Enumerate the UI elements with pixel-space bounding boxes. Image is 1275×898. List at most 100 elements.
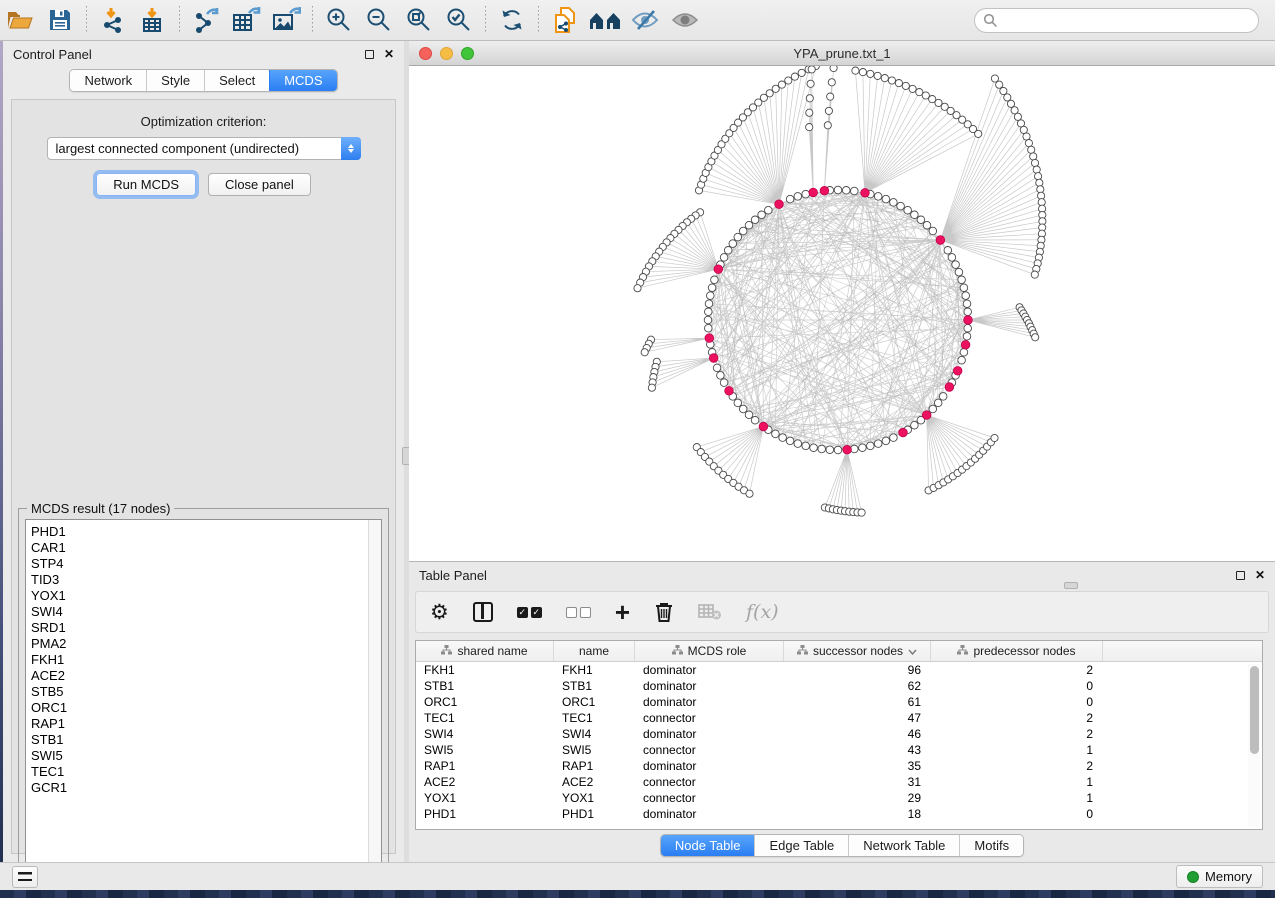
leaf-node[interactable]	[1020, 126, 1027, 133]
leaf-node[interactable]	[746, 490, 753, 497]
table-cell[interactable]: 2	[931, 726, 1103, 742]
mcds-result-node[interactable]: TEC1	[31, 764, 381, 780]
table-row-RAP1[interactable]: RAP1RAP1dominator352	[416, 758, 1262, 774]
ring-node[interactable]	[859, 444, 867, 452]
ring-node[interactable]	[897, 202, 905, 210]
table-cell[interactable]: STB1	[416, 678, 554, 694]
table-cell[interactable]: dominator	[635, 694, 784, 710]
table-cell[interactable]: TEC1	[416, 710, 554, 726]
table-cell[interactable]: 47	[784, 710, 931, 726]
ring-node[interactable]	[751, 216, 759, 224]
ring-node[interactable]	[711, 276, 719, 284]
ring-node[interactable]	[734, 399, 742, 407]
mcds-result-node[interactable]: TID3	[31, 572, 381, 588]
tab-mcds[interactable]: MCDS	[269, 70, 336, 91]
table-cell[interactable]: SWI4	[416, 726, 554, 742]
run-mcds-button[interactable]: Run MCDS	[96, 173, 196, 196]
mcds-result-list[interactable]: PHD1CAR1STP4TID3YOX1SWI4SRD1PMA2FKH1ACE2…	[25, 519, 382, 870]
table-cell[interactable]: ORC1	[416, 694, 554, 710]
ring-node[interactable]	[963, 300, 971, 308]
table-cell[interactable]: 0	[931, 678, 1103, 694]
tab-network-table[interactable]: Network Table	[848, 835, 959, 856]
table-row-ACE2[interactable]: ACE2ACE2connector311	[416, 774, 1262, 790]
mcds-result-node[interactable]: SWI4	[31, 604, 381, 620]
add-column-icon[interactable]: +	[615, 602, 630, 622]
mcds-hub-node[interactable]	[961, 341, 970, 350]
ring-node[interactable]	[944, 247, 952, 255]
leaf-node[interactable]	[778, 81, 785, 88]
leaf-node[interactable]	[1011, 107, 1018, 114]
hide-selected-icon[interactable]	[625, 3, 665, 37]
table-cell[interactable]: FKH1	[416, 662, 554, 678]
table-cell[interactable]: connector	[635, 774, 784, 790]
import-table-icon[interactable]	[133, 3, 173, 37]
ring-node[interactable]	[851, 187, 859, 195]
ring-node[interactable]	[934, 399, 942, 407]
table-cell[interactable]: 2	[931, 758, 1103, 774]
leaf-node[interactable]	[895, 80, 902, 87]
leaf-node[interactable]	[852, 67, 859, 74]
ring-node[interactable]	[939, 393, 947, 401]
leaf-node[interactable]	[859, 69, 866, 76]
table-cell[interactable]: connector	[635, 790, 784, 806]
ring-node[interactable]	[720, 379, 728, 387]
ring-node[interactable]	[779, 434, 787, 442]
leaf-node[interactable]	[1037, 186, 1044, 193]
table-cell[interactable]: YOX1	[554, 790, 635, 806]
ring-node[interactable]	[955, 268, 963, 276]
close-panel-icon[interactable]: ✕	[384, 50, 394, 59]
leaf-node[interactable]	[1028, 146, 1035, 153]
table-cell[interactable]: 29	[784, 790, 931, 806]
tab-node-table[interactable]: Node Table	[661, 835, 755, 856]
tab-network[interactable]: Network	[70, 70, 146, 91]
ring-node[interactable]	[705, 308, 713, 316]
mcds-hub-node[interactable]	[899, 428, 908, 437]
ring-node[interactable]	[948, 254, 956, 262]
mcds-hub-node[interactable]	[759, 422, 768, 431]
ring-node[interactable]	[964, 324, 972, 332]
table-cell[interactable]: ACE2	[554, 774, 635, 790]
ring-node[interactable]	[923, 221, 931, 229]
ring-node[interactable]	[874, 193, 882, 201]
ring-node[interactable]	[810, 444, 818, 452]
mcds-result-node[interactable]: GCR1	[31, 780, 381, 796]
open-file-icon[interactable]	[0, 3, 40, 37]
float-panel-icon[interactable]	[365, 50, 374, 59]
ring-node[interactable]	[745, 221, 753, 229]
delete-columns-icon[interactable]	[654, 601, 674, 623]
ring-node[interactable]	[911, 421, 919, 429]
mcds-result-node[interactable]: ACE2	[31, 668, 381, 684]
table-cell[interactable]: 1	[931, 774, 1103, 790]
table-cell[interactable]: 18	[784, 806, 931, 822]
export-table-icon[interactable]	[226, 3, 266, 37]
table-cell[interactable]: 62	[784, 678, 931, 694]
mcds-result-node[interactable]: SRD1	[31, 620, 381, 636]
leaf-node[interactable]	[1025, 140, 1032, 147]
tab-style[interactable]: Style	[146, 70, 204, 91]
ring-node[interactable]	[882, 195, 890, 203]
mcds-result-node[interactable]: CAR1	[31, 540, 381, 556]
leaf-node[interactable]	[1036, 179, 1043, 186]
ring-node[interactable]	[958, 276, 966, 284]
leaf-node[interactable]	[830, 66, 837, 72]
zoom-selected-icon[interactable]	[439, 3, 479, 37]
ring-node[interactable]	[963, 333, 971, 341]
ring-node[interactable]	[734, 233, 742, 241]
table-cell[interactable]: RAP1	[416, 758, 554, 774]
table-settings-icon[interactable]: ⚙	[430, 602, 449, 623]
table-cell[interactable]: connector	[635, 742, 784, 758]
mcds-hub-node[interactable]	[705, 334, 714, 343]
ring-node[interactable]	[745, 411, 753, 419]
leaf-node[interactable]	[1033, 166, 1040, 173]
horizontal-splitter-grip[interactable]	[1064, 582, 1078, 589]
table-cell[interactable]: dominator	[635, 726, 784, 742]
table-cell[interactable]: 2	[931, 710, 1103, 726]
mcds-result-node[interactable]: RAP1	[31, 716, 381, 732]
table-cell[interactable]: ORC1	[554, 694, 635, 710]
table-cell[interactable]: SWI5	[554, 742, 635, 758]
ring-node[interactable]	[705, 324, 713, 332]
table-row-SWI4[interactable]: SWI4SWI4dominator462	[416, 726, 1262, 742]
ring-node[interactable]	[720, 254, 728, 262]
table-row-TEC1[interactable]: TEC1TEC1connector472	[416, 710, 1262, 726]
leaf-node[interactable]	[825, 107, 832, 114]
